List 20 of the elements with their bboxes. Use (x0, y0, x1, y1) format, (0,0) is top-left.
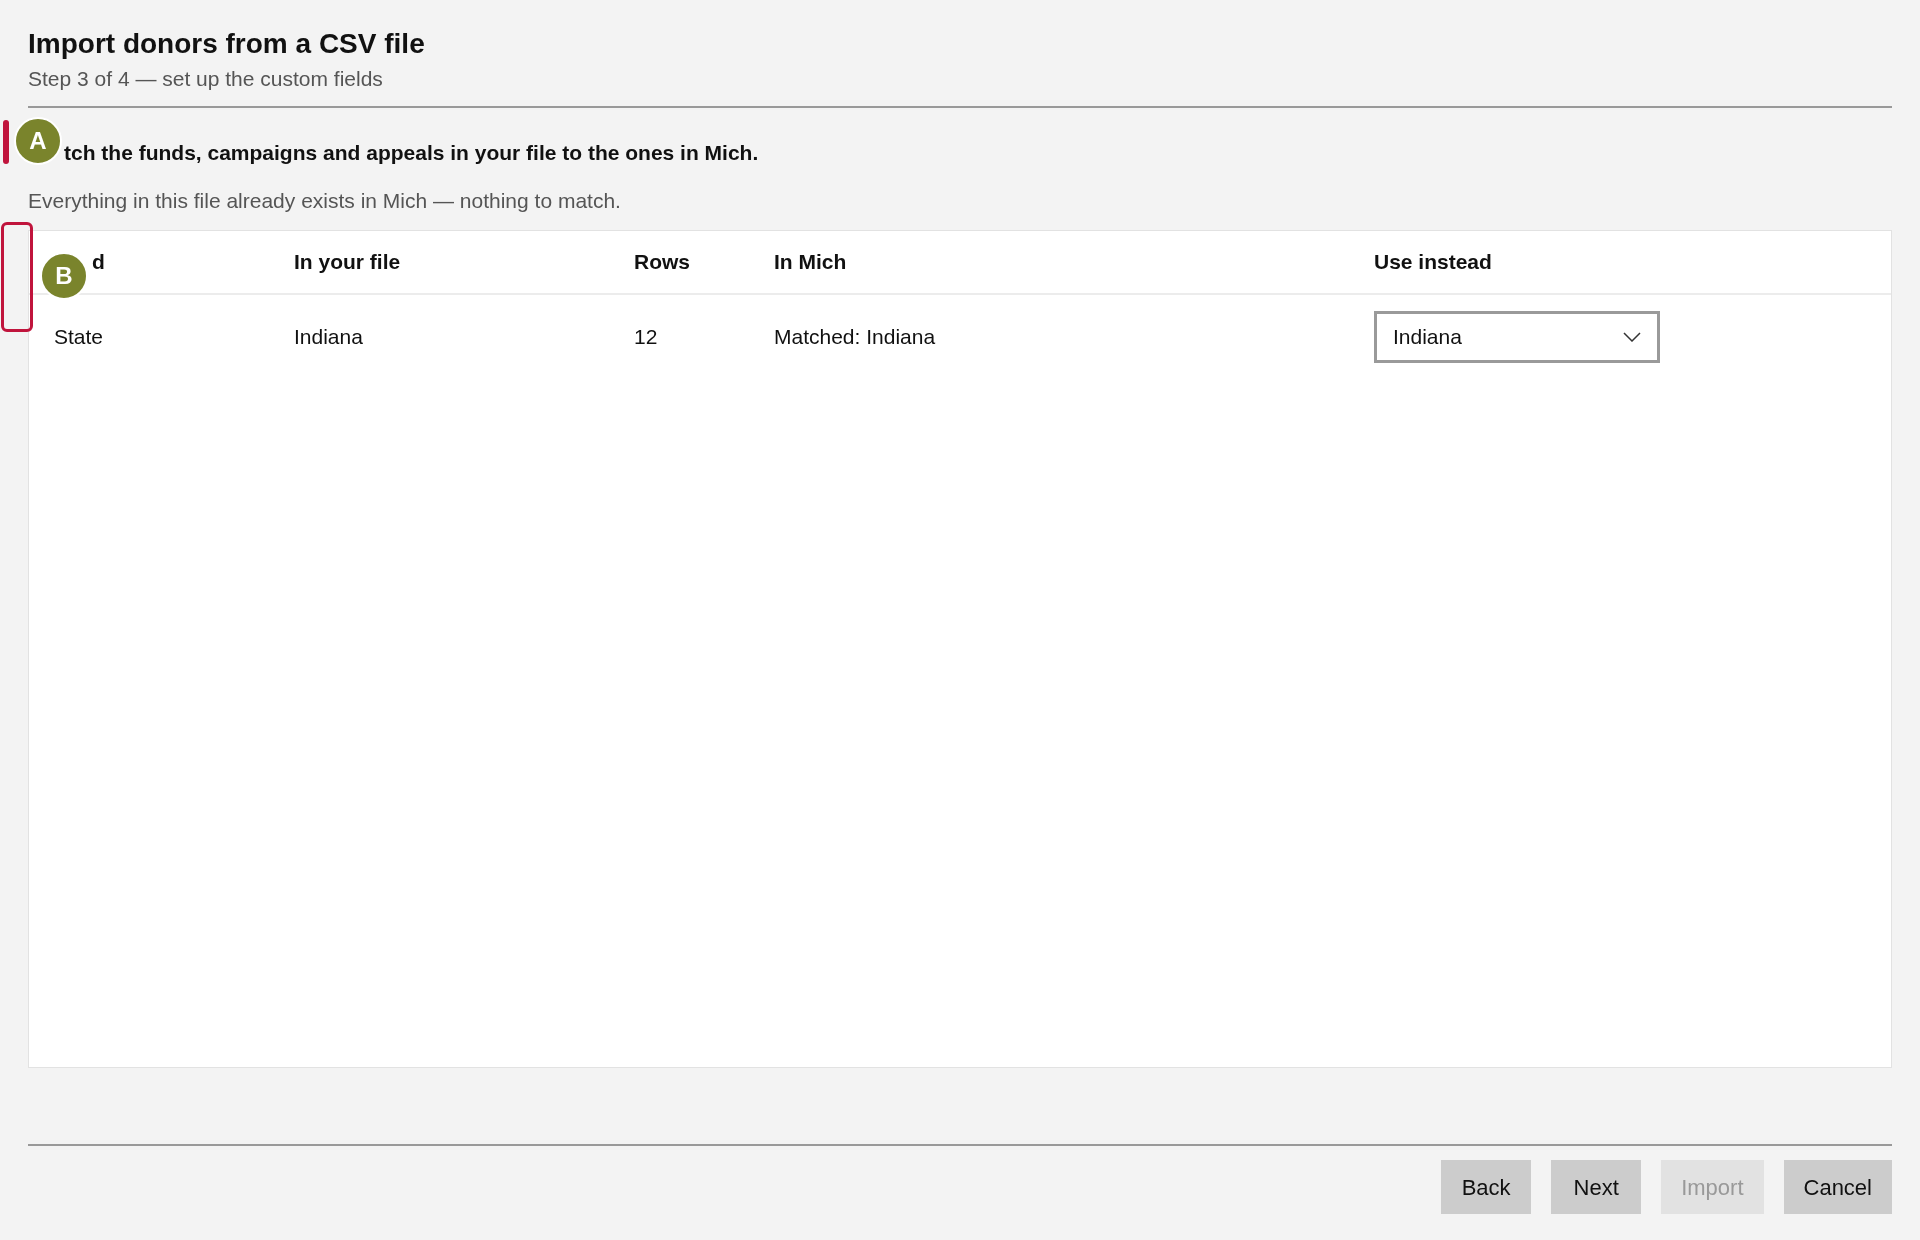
column-header: Use instead (1374, 250, 1492, 274)
table-cell: Indiana (294, 325, 363, 349)
table-cell: Matched: Indiana (774, 325, 936, 349)
column-header: d (92, 250, 105, 274)
footer-button[interactable]: Next (1551, 1160, 1642, 1214)
dialog-title: Import donors from a CSV file (28, 27, 426, 61)
footer-button[interactable]: Back (1441, 1160, 1532, 1214)
section-heading: tch the funds, campaigns and appeals in your file to the ones in Mich. (64, 141, 759, 164)
chevron-down-icon (1623, 332, 1641, 342)
section-description: Everything in this file already exists in Mich — nothing to match. (28, 188, 622, 214)
column-header: In your file (294, 250, 401, 274)
column-header: Rows (634, 250, 690, 274)
column-header: In Mich (774, 250, 847, 274)
step-subtitle: Step 3 of 4 — set up the custom fields (28, 66, 384, 92)
footer-button[interactable]: Cancel (1783, 1160, 1892, 1214)
table-cell: 12 (634, 325, 658, 349)
annotation-marker (3, 120, 9, 164)
annotation-badge: A (14, 117, 62, 165)
table-cell: State (54, 325, 104, 349)
dropdown[interactable]: Indiana (1374, 311, 1660, 363)
